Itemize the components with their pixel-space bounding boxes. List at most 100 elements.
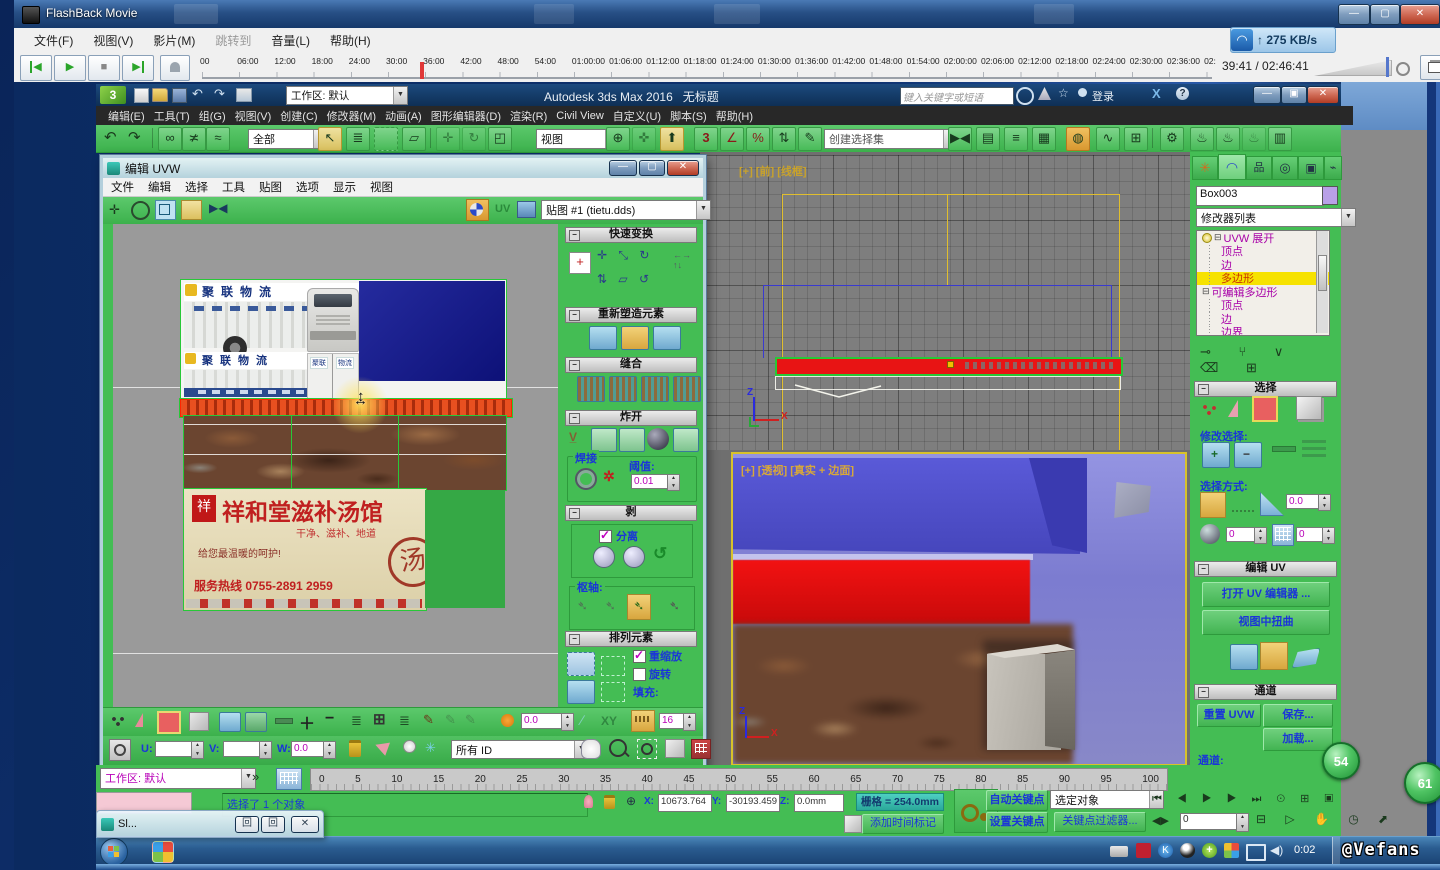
arrange-icon-1[interactable]: [567, 652, 595, 676]
rendered-frame-icon[interactable]: ♨: [1190, 127, 1214, 151]
webcam-button[interactable]: [160, 55, 190, 81]
uvw-minimize-button[interactable]: —: [609, 160, 637, 176]
peel-icon-1[interactable]: [593, 546, 615, 568]
stack-tools-row[interactable]: ⊸ ⑂ ∨ ⌫ ⊞: [1200, 344, 1341, 376]
browser-taskbar-icon[interactable]: [152, 841, 174, 863]
keyboard-shortcut-override-icon[interactable]: ⬆: [660, 127, 684, 151]
reset-uvw-button[interactable]: 重置 UVW: [1197, 704, 1261, 727]
arrange-icon-4[interactable]: [601, 682, 625, 702]
align-to-edge-icon[interactable]: +: [569, 252, 591, 274]
pan-hand-icon[interactable]: [581, 739, 601, 759]
show-desktop-button[interactable]: [1332, 837, 1340, 865]
select-by-element-icon-active[interactable]: [1200, 492, 1226, 518]
redo-icon[interactable]: ↷: [214, 86, 225, 102]
grow-loop-icon[interactable]: ⊞: [373, 710, 386, 728]
threshold-spinner[interactable]: [667, 474, 680, 491]
tray-icon-k[interactable]: K: [1158, 843, 1173, 858]
uvw-menu-item[interactable]: 显示: [333, 179, 356, 195]
track-bar[interactable]: 0510152025303540455055606570758085909510…: [310, 768, 1168, 791]
loop-icon[interactable]: ≣: [351, 713, 362, 729]
uvw-move-icon[interactable]: ✛: [109, 202, 120, 218]
distort-in-view-button[interactable]: 视图中扭曲: [1202, 610, 1330, 635]
max-menu-item[interactable]: Civil View: [556, 110, 603, 122]
window-crossing-icon[interactable]: ▱: [402, 127, 426, 151]
load-uvw-button[interactable]: 加载...: [1263, 728, 1333, 751]
pick-texture-icon[interactable]: [373, 738, 390, 756]
falloff-icon[interactable]: ∕: [581, 712, 583, 728]
menu-help[interactable]: 帮助(H): [320, 28, 381, 52]
set-key-button[interactable]: 设置关键点: [986, 812, 1048, 833]
soft-selection-spinner[interactable]: [561, 713, 574, 731]
rectangular-selection-icon[interactable]: [374, 127, 398, 151]
timeline-playhead[interactable]: [420, 62, 424, 79]
select-sphere-icon[interactable]: [1200, 524, 1220, 544]
current-frame-field[interactable]: 0: [1180, 813, 1240, 830]
material-editor-icon[interactable]: ◍: [1066, 127, 1090, 151]
pin-icon-4[interactable]: ➴: [669, 598, 680, 614]
stack-scrollbar[interactable]: [1316, 231, 1328, 333]
snap-toggle-3d-icon[interactable]: 3: [694, 127, 718, 151]
shrink-selection-icon2[interactable]: −: [1234, 442, 1262, 468]
viewport-front-label[interactable]: [+] [前] [线框]: [739, 163, 807, 179]
render-preview-icon[interactable]: ▥: [1268, 127, 1292, 151]
arrange-icon-3[interactable]: [601, 656, 625, 676]
max-menu-item[interactable]: 修改器(M): [327, 108, 377, 124]
explode-icon-2[interactable]: [619, 428, 645, 452]
uvw-menu-item[interactable]: 选择: [185, 179, 208, 195]
render-iterative-icon[interactable]: ♨: [1242, 127, 1266, 151]
save-icon[interactable]: [172, 88, 187, 103]
volume-thumb[interactable]: [1386, 57, 1389, 77]
polygon-subobject-icon-active[interactable]: [1252, 396, 1278, 422]
grow-selection-icon[interactable]: ＋: [299, 710, 315, 734]
max-menu-item[interactable]: 脚本(S): [670, 108, 707, 124]
separate-checkbox[interactable]: [599, 530, 612, 543]
texture-banner-region[interactable]: 祥 祥和堂滋补汤馆 干净、滋补、地道 给您最温暖的呵护! 汤 服务热线 0755…: [183, 488, 427, 611]
explode-icon-1[interactable]: [591, 428, 617, 452]
map-selector-dropdown[interactable]: 贴图 #1 (tietu.dds): [541, 200, 711, 220]
transport-controls[interactable]: ⏮ ◀ ▶ ▶ ⏭ ⊙ ⊞ ▣: [1152, 792, 1339, 806]
max-menu-item[interactable]: 帮助(H): [716, 108, 753, 124]
tray-icon-grid[interactable]: [1224, 843, 1239, 858]
uvw-scale-icon[interactable]: [155, 200, 176, 220]
max-menu-item[interactable]: 组(G): [199, 108, 226, 124]
prev-frame-button[interactable]: ◀: [20, 55, 52, 81]
stop-button[interactable]: ■: [88, 55, 120, 81]
paint-add-icon[interactable]: ✎: [445, 712, 456, 728]
v-spinner[interactable]: [259, 741, 272, 759]
u-field[interactable]: [155, 741, 195, 757]
max-menu-item[interactable]: 视图(V): [235, 108, 272, 124]
search-input[interactable]: 键入关键字或短语: [900, 87, 1014, 105]
panel-icon-1[interactable]: [219, 712, 241, 732]
brush-size-spinner[interactable]: [683, 713, 696, 731]
new-file-icon[interactable]: [134, 88, 149, 103]
edge-subobject-icon[interactable]: [1228, 400, 1238, 417]
stitch-icon-1[interactable]: [577, 376, 605, 402]
uv-space-label[interactable]: UV: [495, 203, 510, 215]
uvw-mirror-icon[interactable]: ▶◀: [209, 201, 227, 215]
save-uvw-button[interactable]: 保存...: [1263, 704, 1333, 727]
rollout-selection[interactable]: 选择: [1194, 381, 1337, 397]
expand-selection-icon[interactable]: +: [1202, 442, 1230, 468]
rollout-reshape[interactable]: 重新塑造元素: [565, 307, 697, 323]
weld-target-icon[interactable]: [575, 468, 597, 490]
absolute-mode-icon[interactable]: [109, 739, 131, 761]
select-object-icon[interactable]: ↖: [318, 127, 342, 151]
vertex-mode-icon[interactable]: [111, 716, 125, 726]
edituv-icon-active[interactable]: [1260, 642, 1288, 670]
uvw-menu-item[interactable]: 贴图: [259, 179, 282, 195]
workspace-dropdown-bottom[interactable]: 工作区: 默认: [100, 768, 256, 789]
tab-motion[interactable]: ◎: [1272, 156, 1298, 180]
viewport-front[interactable]: [+] [前] [线框] Z X: [703, 155, 1190, 450]
tab-utilities[interactable]: ⌁: [1324, 156, 1342, 180]
select-scale-icon[interactable]: ◰: [488, 127, 512, 151]
xy-space-label[interactable]: XY: [601, 714, 617, 728]
show-map-icon[interactable]: [466, 199, 489, 221]
menu-volume[interactable]: 音量(L): [261, 28, 320, 52]
collapsed-window[interactable]: Sl... 回 回 ✕: [96, 810, 324, 838]
tray-icon-red[interactable]: [1136, 843, 1151, 858]
ring-bars-icon[interactable]: [1302, 440, 1326, 443]
ribbon-toggle-icon[interactable]: ▦: [1032, 127, 1056, 151]
zoom-icon[interactable]: [609, 739, 627, 757]
edge-mode-icon[interactable]: [135, 713, 143, 727]
max-menu-item[interactable]: 创建(C): [280, 108, 317, 124]
